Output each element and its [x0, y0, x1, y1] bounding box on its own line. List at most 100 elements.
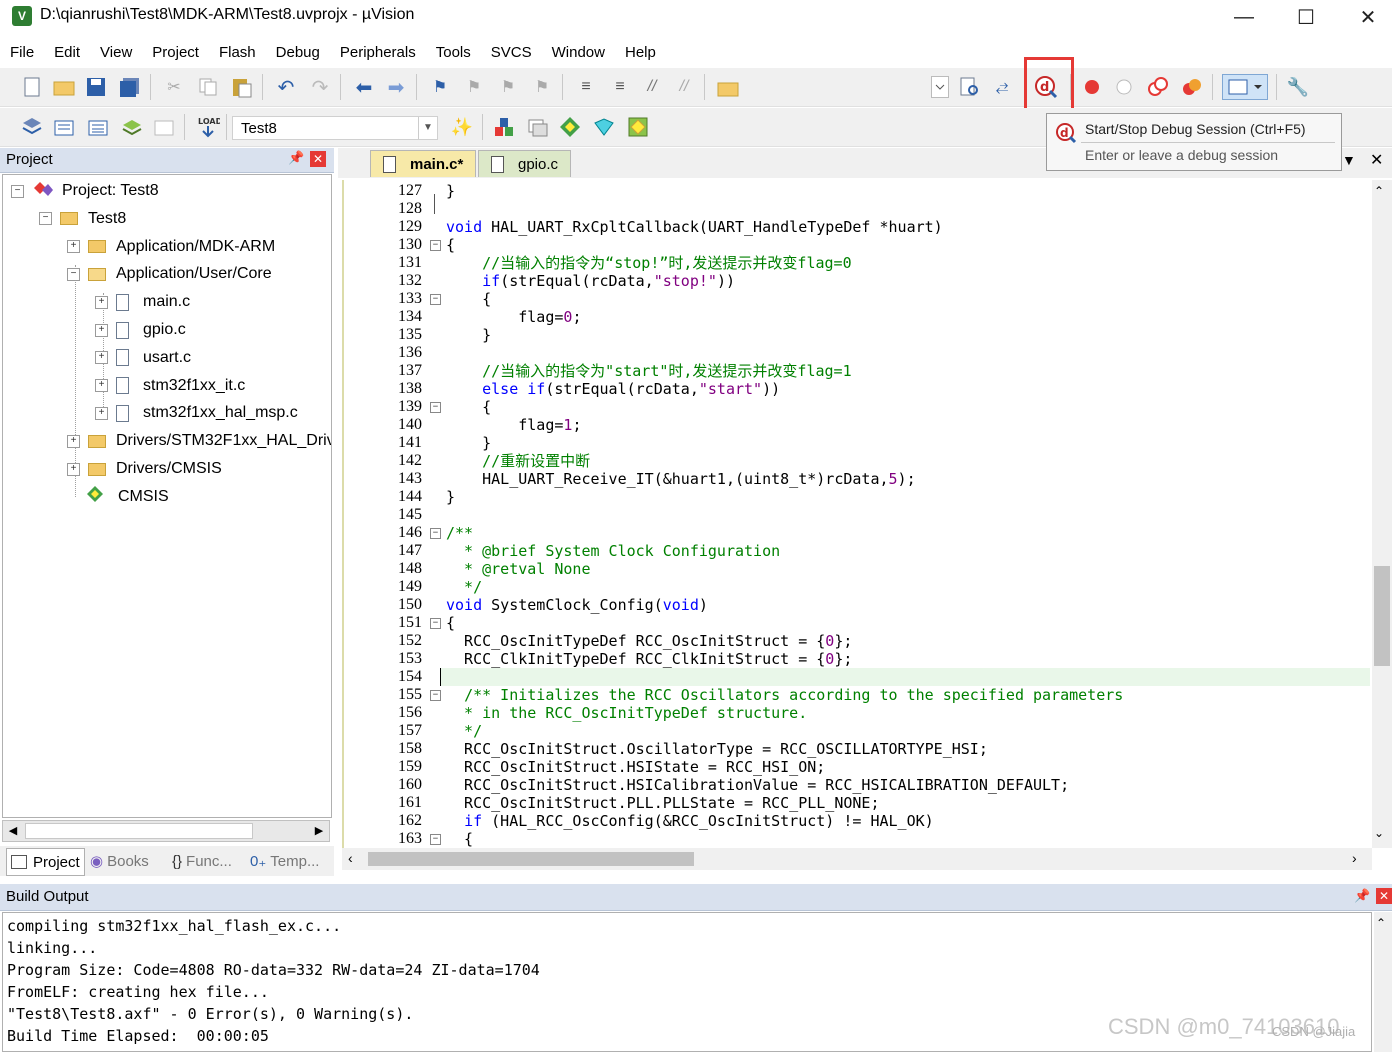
tab-list-dropdown-icon[interactable]: ▼ [1342, 152, 1356, 168]
stop-build-icon[interactable] [152, 115, 176, 139]
tab-main-c[interactable]: main.c* [370, 150, 477, 177]
expand-icon[interactable]: + [67, 240, 80, 254]
menu-file[interactable]: File [0, 44, 44, 61]
tree-item[interactable]: + gpio.c [95, 318, 186, 342]
prev-bookmark-icon[interactable]: ⚑ [462, 75, 486, 99]
tab-templates[interactable]: 0₊ Temp... [246, 848, 323, 874]
save-icon[interactable] [84, 75, 108, 99]
tree-item[interactable]: + main.c [95, 290, 190, 314]
copy-icon[interactable] [196, 75, 220, 99]
software-packs-icon[interactable] [626, 115, 650, 139]
batch-build-icon[interactable] [120, 115, 144, 139]
download-icon[interactable]: LOAD [196, 115, 220, 139]
collapse-icon[interactable]: − [67, 267, 80, 281]
pin-icon[interactable]: 📌 [288, 150, 304, 166]
manage-project-items-icon[interactable] [492, 115, 516, 139]
tree-item[interactable]: CMSIS [67, 485, 169, 509]
disable-all-breakpoints-icon[interactable] [1146, 75, 1170, 99]
find-icon[interactable] [958, 75, 982, 99]
tab-project[interactable]: Project [6, 848, 85, 876]
uncomment-icon[interactable]: // [672, 75, 696, 99]
indent-icon[interactable]: ≡ [574, 75, 598, 99]
scroll-left-icon[interactable]: ◀ [3, 821, 23, 841]
fold-toggle-icon[interactable]: − [430, 834, 441, 845]
build-icon[interactable] [52, 115, 76, 139]
menu-debug[interactable]: Debug [266, 44, 330, 61]
clear-bookmarks-icon[interactable]: ⚑ [530, 75, 554, 99]
project-hscrollbar[interactable]: ◀ ▶ [2, 820, 330, 842]
expand-icon[interactable]: + [95, 379, 108, 393]
menu-project[interactable]: Project [142, 44, 209, 61]
fold-toggle-icon[interactable]: − [430, 240, 441, 251]
output-vscrollbar[interactable]: ⌃ [1374, 912, 1392, 1052]
nav-forward-icon[interactable]: ➡ [384, 75, 408, 99]
chevron-down-icon[interactable]: ▼ [418, 117, 437, 139]
tree-item[interactable]: + Drivers/CMSIS [67, 457, 222, 481]
code-editor[interactable]: 127} 128 129 void HAL_UART_RxCpltCallback(U… [342, 180, 1374, 848]
editor-hscrollbar[interactable]: ‹ › [342, 848, 1372, 870]
comment-icon[interactable]: // [640, 75, 664, 99]
scroll-up-icon[interactable]: ⌃ [1374, 184, 1384, 198]
redo-icon[interactable]: ↷ [308, 75, 332, 99]
pack-installer-icon[interactable] [592, 115, 616, 139]
fold-toggle-icon[interactable]: − [430, 618, 441, 629]
scroll-down-icon[interactable]: ⌄ [1374, 826, 1384, 840]
minimize-button[interactable]: — [1214, 0, 1274, 34]
expand-icon[interactable]: + [95, 295, 108, 309]
tree-item[interactable]: + Application/MDK-ARM [67, 235, 275, 259]
incremental-find-icon[interactable]: ⥄ [990, 75, 1014, 99]
menu-view[interactable]: View [90, 44, 142, 61]
scroll-thumb[interactable] [25, 823, 253, 839]
close-editor-icon[interactable]: ✕ [1370, 150, 1383, 170]
collapse-icon[interactable]: − [11, 184, 24, 198]
scroll-left-icon[interactable]: ‹ [348, 850, 353, 866]
tab-books[interactable]: ◉ Books [86, 848, 153, 874]
menu-peripherals[interactable]: Peripherals [330, 44, 426, 61]
configure-icon[interactable]: 🔧 [1286, 75, 1310, 99]
fold-toggle-icon[interactable]: − [430, 402, 441, 413]
tree-item[interactable]: + stm32f1xx_it.c [95, 374, 245, 398]
maximize-button[interactable]: ☐ [1276, 0, 1336, 34]
expand-icon[interactable]: + [67, 462, 80, 476]
kill-all-breakpoints-icon[interactable] [1180, 75, 1204, 99]
cut-icon[interactable]: ✂ [162, 75, 186, 99]
menu-help[interactable]: Help [615, 44, 666, 61]
tab-functions[interactable]: {} Func... [168, 848, 236, 874]
scroll-right-icon[interactable]: ▶ [309, 821, 329, 841]
breakpoint-icon[interactable] [1080, 75, 1104, 99]
menu-flash[interactable]: Flash [209, 44, 266, 61]
new-file-icon[interactable] [20, 75, 44, 99]
close-button[interactable]: ✕ [1338, 0, 1392, 34]
fold-toggle-icon[interactable]: − [430, 294, 441, 305]
fold-toggle-icon[interactable]: − [430, 690, 441, 701]
expand-icon[interactable]: + [67, 434, 80, 448]
select-packs-icon[interactable] [526, 115, 550, 139]
undo-icon[interactable]: ↶ [274, 75, 298, 99]
menu-edit[interactable]: Edit [44, 44, 90, 61]
open-file-icon[interactable] [52, 75, 76, 99]
pin-icon[interactable]: 📌 [1354, 888, 1370, 904]
nav-back-icon[interactable]: ⬅ [352, 75, 376, 99]
menu-tools[interactable]: Tools [426, 44, 481, 61]
tree-item[interactable]: + usart.c [95, 346, 191, 370]
tree-item[interactable]: − Project: Test8 [11, 179, 159, 203]
editor-vscrollbar[interactable]: ⌃ ⌄ [1372, 180, 1392, 848]
scroll-right-icon[interactable]: › [1352, 850, 1357, 866]
disable-breakpoint-icon[interactable] [1112, 75, 1136, 99]
dropdown-icon[interactable] [928, 75, 952, 99]
tree-item[interactable]: − Test8 [39, 207, 126, 231]
next-bookmark-icon[interactable]: ⚑ [496, 75, 520, 99]
find-in-files-icon[interactable] [716, 75, 740, 99]
menu-window[interactable]: Window [542, 44, 615, 61]
options-for-target-icon[interactable]: ✨ [450, 115, 474, 139]
tree-item[interactable]: + stm32f1xx_hal_msp.c [95, 401, 298, 425]
close-icon[interactable]: ✕ [310, 151, 326, 167]
fold-toggle-icon[interactable]: − [430, 528, 441, 539]
close-icon[interactable]: ✕ [1376, 888, 1392, 904]
unindent-icon[interactable]: ≡ [608, 75, 632, 99]
paste-icon[interactable] [230, 75, 254, 99]
target-select[interactable]: Test8 ▼ [232, 116, 438, 140]
save-all-icon[interactable] [118, 75, 142, 99]
bookmark-icon[interactable]: ⚑ [428, 75, 452, 99]
tree-item[interactable]: − Application/User/Core [67, 262, 272, 286]
